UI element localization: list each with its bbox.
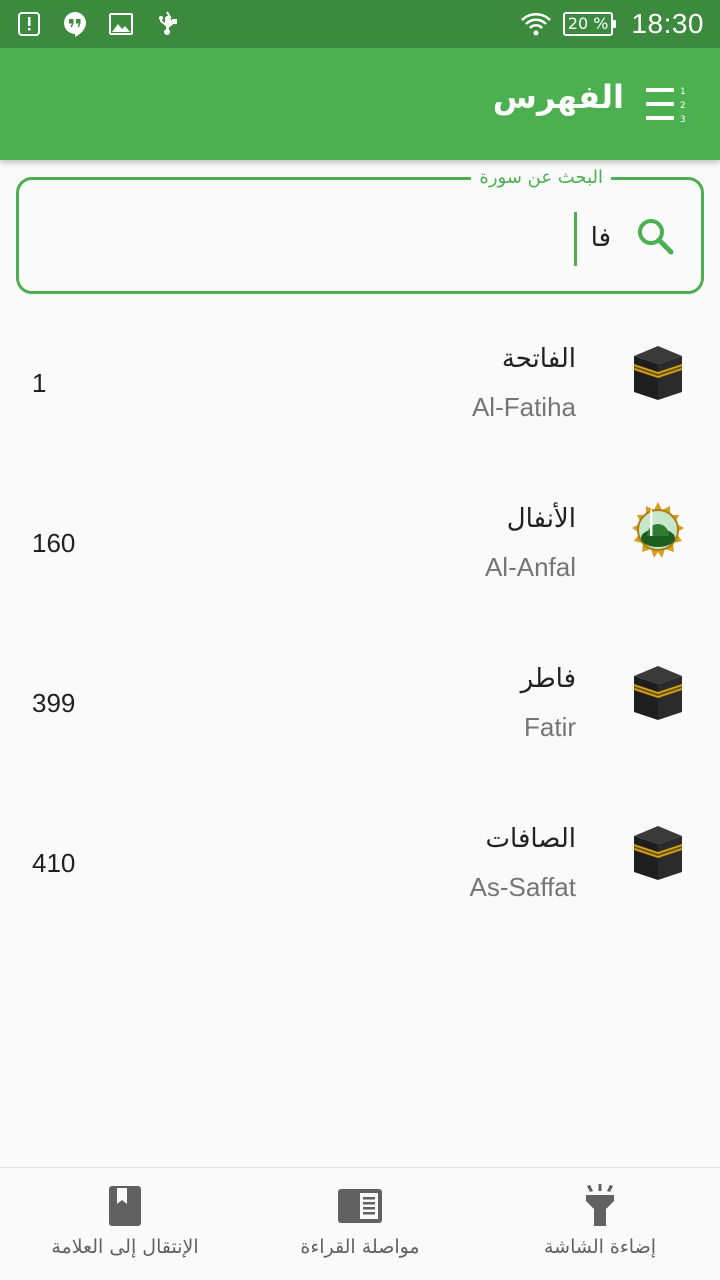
- hangouts-icon: [64, 12, 86, 37]
- surah-name-arabic: الفاتحة: [501, 344, 576, 374]
- surah-name-latin: As-Saffat: [469, 872, 576, 902]
- status-notifications: [16, 8, 180, 40]
- list-item[interactable]: الفاتحة Al-Fatiha 1: [0, 300, 720, 460]
- go-to-bookmark-label: الإنتقال إلى العلامة: [51, 1236, 199, 1258]
- bottom-nav: الإنتقال إلى العلامة مواصلة القراءة إضاء…: [0, 1167, 720, 1280]
- search-label: البحث عن سورة: [471, 168, 611, 188]
- usb-icon: [159, 11, 177, 35]
- surah-page-number: 410: [32, 848, 76, 878]
- image-icon: [109, 13, 133, 35]
- app-bar: الفهرس 1 2 3: [0, 48, 720, 160]
- clock: 18:30: [631, 8, 704, 39]
- surah-name-arabic: فاطر: [520, 664, 576, 694]
- list-item[interactable]: الصافات As-Saffat 410: [0, 780, 720, 940]
- wifi-icon: [520, 13, 551, 36]
- status-bar: 20 % 18:30: [0, 0, 720, 48]
- surah-name-latin: Al-Fatiha: [471, 392, 576, 422]
- continue-reading-button[interactable]: مواصلة القراءة: [245, 1168, 475, 1280]
- kaaba-icon: [634, 666, 682, 720]
- surah-name-arabic: الأنفال: [506, 504, 576, 534]
- search-input[interactable]: [211, 210, 611, 266]
- continue-reading-label: مواصلة القراءة: [300, 1236, 420, 1258]
- numbered-list-icon[interactable]: 1 2 3: [646, 84, 690, 124]
- list-item[interactable]: الأنفال Al-Anfal 160: [0, 460, 720, 620]
- flashlight-icon: [586, 1184, 614, 1226]
- status-system: 20 % 18:30: [520, 0, 704, 48]
- book-open-icon: [338, 1189, 382, 1223]
- svg-text:1: 1: [680, 87, 686, 97]
- kaaba-icon: [634, 826, 682, 880]
- surah-page-number: 160: [32, 528, 76, 558]
- battery-level: 20 %: [567, 14, 609, 33]
- surah-name-latin: Al-Anfal: [484, 552, 576, 582]
- alert-icon: [18, 12, 40, 36]
- surah-name-latin: Fatir: [524, 712, 576, 742]
- medina-mosque-icon: [632, 502, 684, 558]
- search-icon[interactable]: [635, 216, 675, 256]
- screen-light-button[interactable]: إضاءة الشاشة: [485, 1168, 715, 1280]
- bookmark-icon: [109, 1186, 141, 1226]
- page-title: الفهرس: [492, 78, 624, 116]
- battery-icon: 20 %: [562, 12, 617, 36]
- go-to-bookmark-button[interactable]: الإنتقال إلى العلامة: [10, 1168, 240, 1280]
- kaaba-icon: [634, 346, 682, 400]
- search-field[interactable]: البحث عن سورة: [16, 168, 704, 294]
- text-caret: [574, 212, 577, 266]
- list-item[interactable]: فاطر Fatir 399: [0, 620, 720, 780]
- screen-light-label: إضاءة الشاشة: [543, 1236, 657, 1258]
- surah-page-number: 399: [32, 688, 76, 718]
- svg-text:2: 2: [680, 101, 686, 111]
- svg-text:3: 3: [680, 115, 686, 124]
- surah-page-number: 1: [32, 368, 47, 398]
- surah-name-arabic: الصافات: [485, 824, 576, 854]
